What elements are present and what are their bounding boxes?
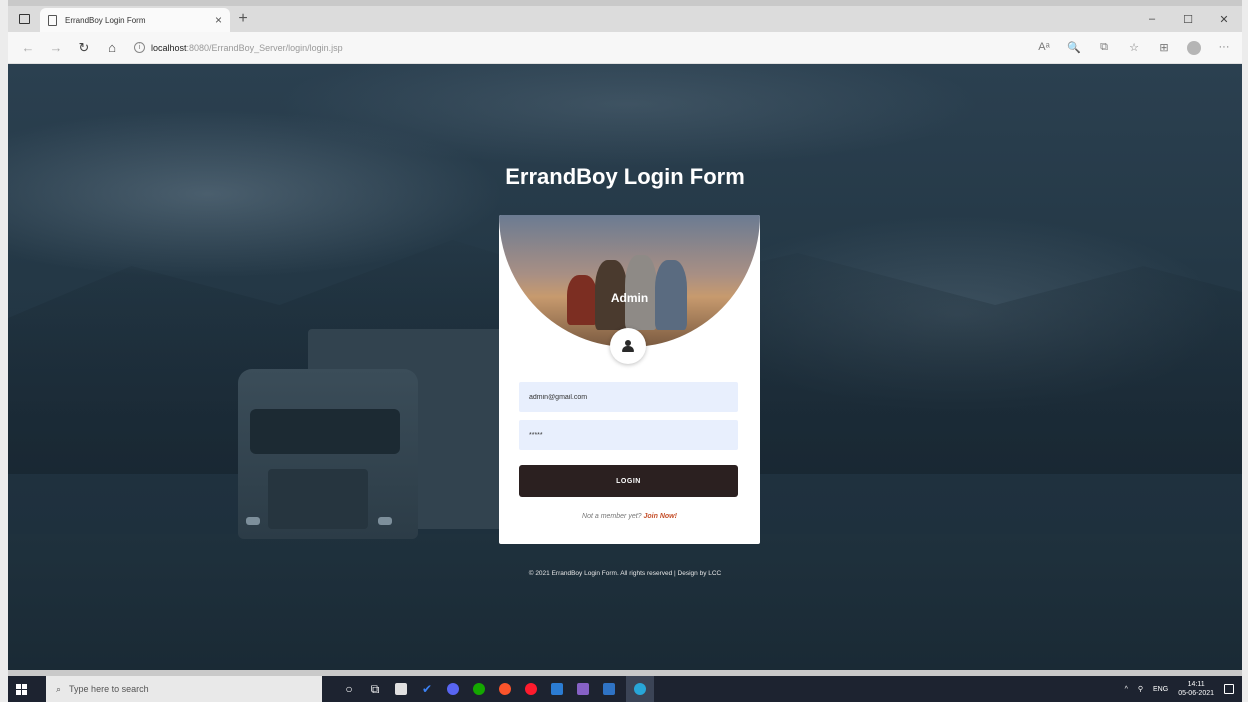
screen-frame-right xyxy=(1242,0,1248,702)
close-window-button[interactable]: ✕ xyxy=(1206,13,1242,26)
background-truck xyxy=(228,329,518,559)
todo-icon[interactable]: ✔ xyxy=(418,680,436,698)
profile-avatar[interactable] xyxy=(1187,40,1201,55)
url-host: localhost xyxy=(151,42,187,53)
brave-icon[interactable] xyxy=(496,680,514,698)
clock[interactable]: 14:11 05-06-2021 xyxy=(1178,680,1214,698)
notification-icon[interactable] xyxy=(1224,684,1234,694)
tab-actions-icon xyxy=(18,14,30,24)
tab-actions-icon[interactable]: ⧉ xyxy=(1092,41,1116,55)
login-card: Admin LOGIN Not a member yet? Join Now! xyxy=(499,215,760,544)
word-icon[interactable] xyxy=(548,680,566,698)
screen-frame-left xyxy=(0,0,8,702)
login-button[interactable]: LOGIN xyxy=(519,465,738,497)
browser-tab[interactable]: ErrandBoy Login Form × xyxy=(40,8,230,32)
tray-chevron-icon[interactable]: ^ xyxy=(1125,686,1128,693)
login-page: ErrandBoy Login Form Admin LOGIN Not a m… xyxy=(8,64,1242,670)
tab-close-button[interactable]: × xyxy=(215,13,222,27)
system-tray: ^ ⚲ ENG 14:11 05-06-2021 xyxy=(1125,680,1242,698)
address-bar: ← → ↻ ⌂ i localhost:8080/ErrandBoy_Serve… xyxy=(8,32,1242,64)
new-tab-button[interactable]: + xyxy=(230,10,256,28)
edge-icon[interactable] xyxy=(626,676,654,702)
banner-label: Admin xyxy=(610,291,649,305)
truck-windshield xyxy=(250,409,400,454)
search-icon: ⌕ xyxy=(56,683,62,694)
register-prompt: Not a member yet? Join Now! xyxy=(499,513,760,520)
window-controls: – ☐ ✕ xyxy=(1134,13,1242,26)
background-road xyxy=(8,534,1242,670)
search-placeholder: Type here to search xyxy=(69,684,149,694)
windows-taskbar: ⌕ Type here to search ○ ⧉ ✔ ^ ⚲ ENG 14:1… xyxy=(8,676,1242,702)
truck-headlight xyxy=(246,517,260,525)
windows-icon xyxy=(15,683,27,695)
url-field[interactable]: i localhost:8080/ErrandBoy_Server/login/… xyxy=(134,42,343,53)
upwork-icon[interactable] xyxy=(470,680,488,698)
more-icon[interactable]: ··· xyxy=(1212,41,1236,55)
clock-date: 05-06-2021 xyxy=(1178,690,1214,697)
truck-grille xyxy=(268,469,368,529)
clock-time: 14:11 xyxy=(1187,681,1205,688)
zoom-icon[interactable]: 🔍 xyxy=(1062,41,1086,55)
page-icon xyxy=(48,14,57,26)
virtualbox-icon[interactable] xyxy=(600,680,618,698)
tab-title: ErrandBoy Login Form xyxy=(65,15,146,25)
page-footer: © 2021 ErrandBoy Login Form. All rights … xyxy=(528,570,722,577)
minimize-button[interactable]: – xyxy=(1134,13,1170,26)
join-now-link[interactable]: Join Now! xyxy=(644,513,677,520)
tab-actions-button[interactable] xyxy=(8,6,40,32)
forward-button[interactable]: → xyxy=(42,40,70,55)
refresh-button[interactable]: ↻ xyxy=(70,40,98,56)
discord-icon[interactable] xyxy=(444,680,462,698)
browser-tab-bar: ErrandBoy Login Form × + – ☐ ✕ xyxy=(8,6,1242,32)
store-icon[interactable] xyxy=(392,680,410,698)
task-view-icon[interactable]: ⧉ xyxy=(366,680,384,698)
language-indicator[interactable]: ENG xyxy=(1153,686,1168,693)
email-field[interactable] xyxy=(519,382,738,412)
opera-icon[interactable] xyxy=(522,680,540,698)
info-icon[interactable]: i xyxy=(134,42,145,53)
read-aloud-icon[interactable]: Aᵃ xyxy=(1032,41,1056,55)
start-button[interactable] xyxy=(8,683,34,695)
taskbar-apps: ○ ⧉ ✔ xyxy=(340,676,654,702)
favorite-icon[interactable]: ☆ xyxy=(1122,41,1146,55)
user-icon xyxy=(622,340,634,352)
network-icon[interactable]: ⚲ xyxy=(1138,685,1143,693)
truck-headlight xyxy=(378,517,392,525)
collections-icon[interactable]: ⊞ xyxy=(1152,41,1176,55)
url-path: :8080/ErrandBoy_Server/login/login.jsp xyxy=(186,42,343,53)
browser-toolbar: Aᵃ 🔍 ⧉ ☆ ⊞ ··· xyxy=(1032,40,1236,55)
register-prompt-text: Not a member yet? xyxy=(582,513,642,520)
page-title: ErrandBoy Login Form xyxy=(505,164,745,189)
visual-studio-icon[interactable] xyxy=(574,680,592,698)
home-button[interactable]: ⌂ xyxy=(98,40,126,55)
cortana-icon[interactable]: ○ xyxy=(340,680,358,698)
maximize-button[interactable]: ☐ xyxy=(1170,13,1206,26)
back-button[interactable]: ← xyxy=(14,40,42,55)
password-field[interactable] xyxy=(519,420,738,450)
taskbar-search[interactable]: ⌕ Type here to search xyxy=(46,676,322,702)
user-avatar-badge xyxy=(610,328,646,364)
